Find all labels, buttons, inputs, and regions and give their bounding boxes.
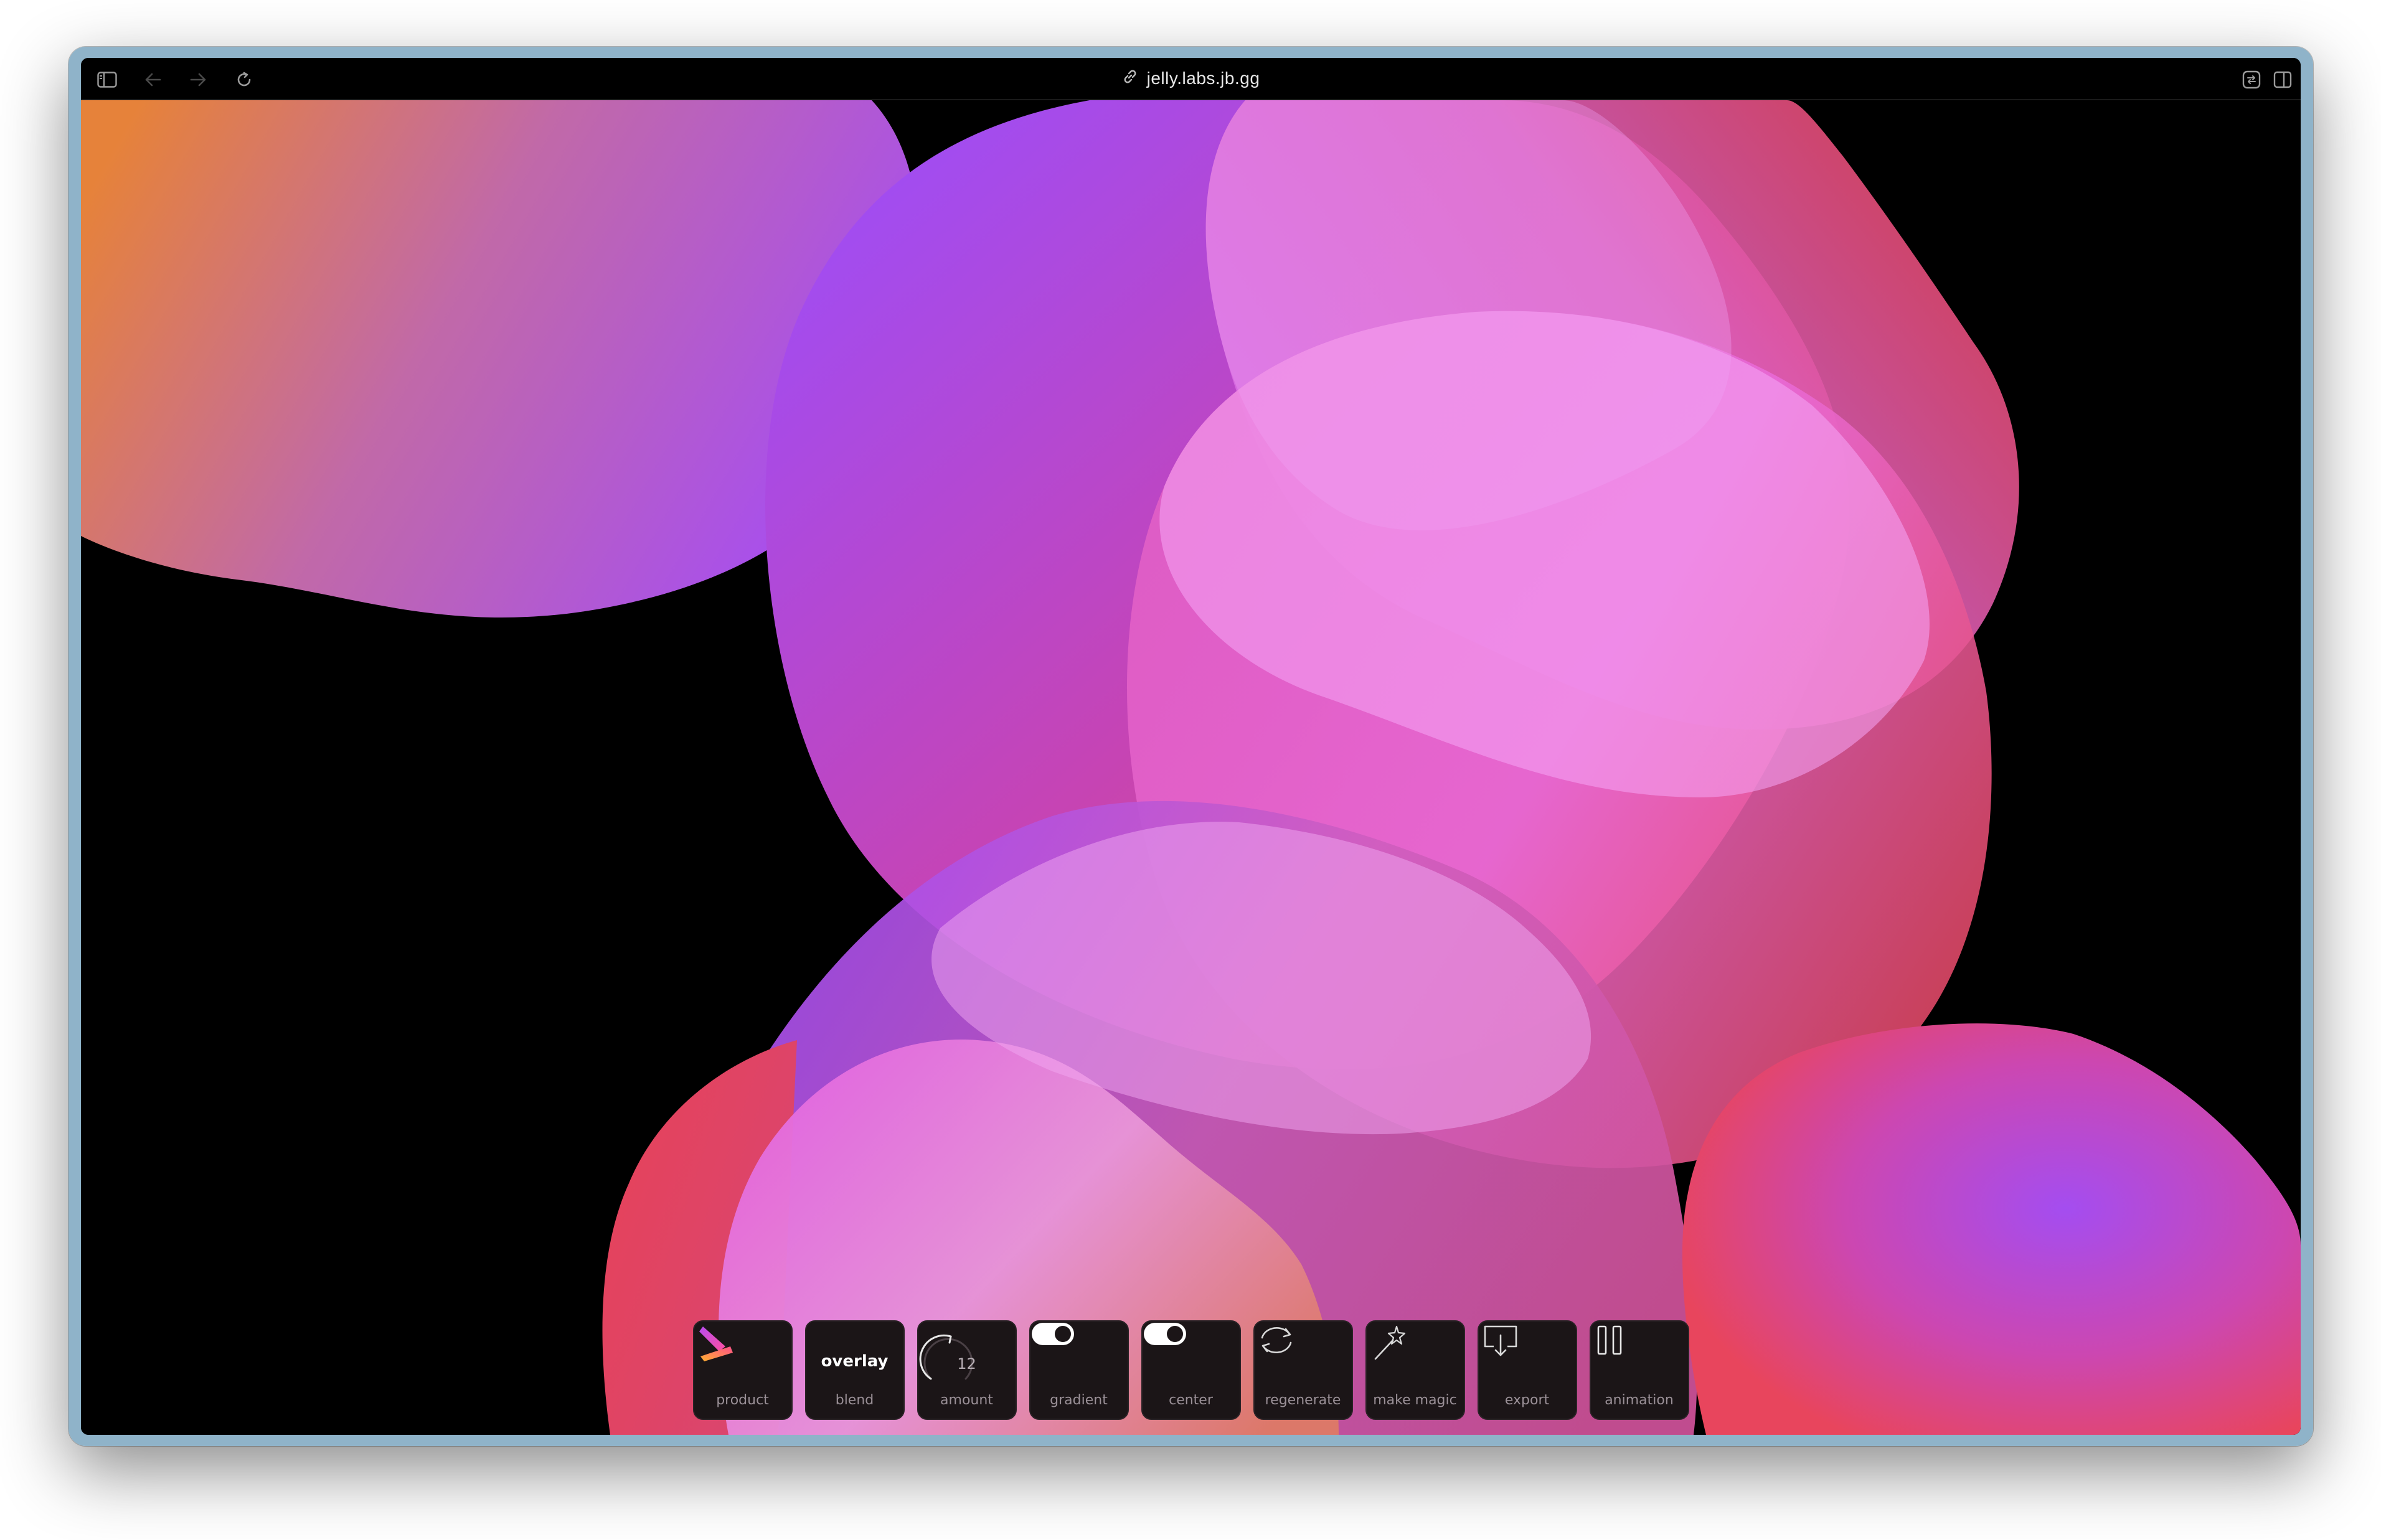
control-dock: product overlay blend 12 amount gradient…: [81, 1320, 2301, 1424]
browser-toolbar: jelly.labs.jb.gg: [81, 58, 2301, 100]
split-view-icon[interactable]: [2271, 68, 2294, 91]
center-label: center: [1169, 1392, 1213, 1408]
browser-window: jelly.labs.jb.gg product overlay blend 1…: [68, 47, 2313, 1446]
link-icon: [1122, 68, 1138, 89]
blend-value-container: overlay: [806, 1330, 903, 1392]
url-text: jelly.labs.jb.gg: [1146, 68, 1260, 88]
regenerate-button[interactable]: regenerate: [1253, 1320, 1353, 1420]
export-button[interactable]: export: [1477, 1320, 1577, 1420]
address-bar[interactable]: jelly.labs.jb.gg: [81, 65, 2301, 92]
animation-button[interactable]: animation: [1589, 1320, 1689, 1420]
amount-dial: 12: [918, 1330, 1016, 1392]
make-magic-label: make magic: [1373, 1392, 1457, 1408]
blend-value: overlay: [821, 1352, 889, 1371]
pause-icon: [1591, 1325, 1688, 1392]
product-label: product: [716, 1392, 769, 1408]
gradient-toggle[interactable]: gradient: [1029, 1320, 1129, 1420]
animation-label: animation: [1605, 1392, 1674, 1408]
blend-button[interactable]: overlay blend: [804, 1320, 905, 1420]
toggle-on-icon: [1030, 1323, 1128, 1392]
gradient-label: gradient: [1050, 1392, 1108, 1408]
jelly-canvas[interactable]: product overlay blend 12 amount gradient…: [81, 100, 2301, 1435]
amount-value: 12: [957, 1355, 976, 1373]
refresh-icon: [1255, 1327, 1352, 1392]
export-label: export: [1504, 1392, 1550, 1408]
center-toggle[interactable]: center: [1141, 1320, 1241, 1420]
product-button[interactable]: product: [692, 1320, 793, 1420]
blend-label: blend: [835, 1392, 874, 1408]
page-menu-icon[interactable]: [2240, 68, 2263, 91]
amount-knob[interactable]: 12 amount: [917, 1320, 1017, 1420]
regenerate-label: regenerate: [1265, 1392, 1341, 1408]
magic-wand-icon: [1367, 1325, 1464, 1392]
jetbrains-product-icon: [694, 1326, 791, 1392]
amount-label: amount: [940, 1392, 993, 1408]
export-icon: [1479, 1325, 1576, 1392]
blob-artwork: [81, 100, 2301, 1435]
browser-inner: jelly.labs.jb.gg product overlay blend 1…: [81, 58, 2301, 1435]
toggle-on-icon: [1143, 1323, 1240, 1392]
make-magic-button[interactable]: make magic: [1365, 1320, 1465, 1420]
